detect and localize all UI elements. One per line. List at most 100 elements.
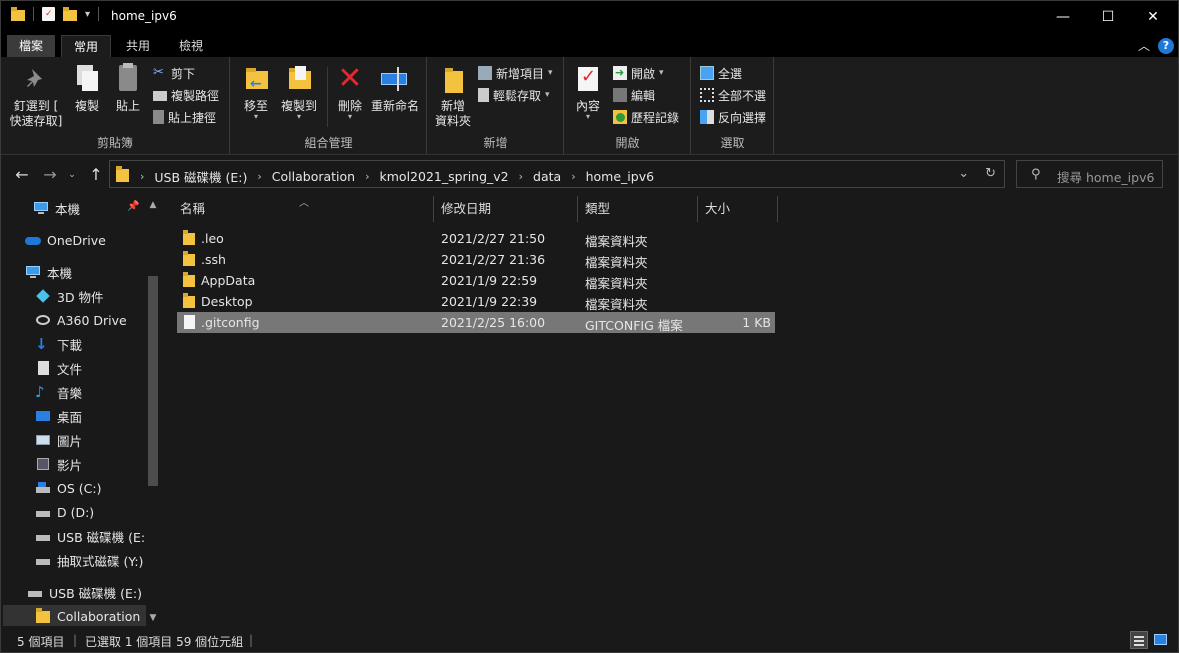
quick-access-toolbar: ✓ ▾ (11, 7, 100, 21)
properties-button[interactable]: ✓ 內容 ▾ (571, 63, 605, 121)
nav-item-removable-y[interactable]: 抽取式磁碟 (Y:) (35, 549, 143, 571)
nav-item-documents[interactable]: 文件 (35, 357, 82, 379)
easy-access-button[interactable]: 輕鬆存取 ▾ (478, 85, 550, 105)
forward-arrow-icon[interactable]: → (39, 164, 61, 186)
open-button[interactable]: ➜ 開啟 ▾ (613, 63, 664, 83)
address-bar[interactable]: › USB 磁碟機 (E:) › Collaboration › kmol202… (109, 160, 1005, 188)
nav-item-label: Collaboration (57, 608, 141, 624)
column-header-date[interactable]: 修改日期 (434, 196, 578, 222)
select-none-button[interactable]: 全部不選 (700, 85, 766, 105)
collapse-ribbon-icon[interactable]: ︿ (1138, 37, 1150, 54)
move-to-button[interactable]: ← 移至 ▾ (239, 63, 273, 121)
nav-item-collaboration[interactable]: Collaboration (3, 605, 146, 626)
file-row[interactable]: .leo 2021/2/27 21:50 檔案資料夾 (177, 228, 775, 249)
invert-selection-button[interactable]: 反向選擇 (700, 107, 766, 127)
nav-item-pictures[interactable]: 圖片 (35, 429, 82, 451)
file-row[interactable]: AppData 2021/1/9 22:59 檔案資料夾 (177, 270, 775, 291)
new-folder-button[interactable]: 新增 資料夾 (432, 63, 474, 129)
open-label: 開啟 (631, 66, 656, 81)
selection-info: 已選取 1 個項目 59 個位元組 (85, 635, 244, 649)
nav-item-onedrive[interactable]: OneDrive (25, 229, 106, 251)
copy-button[interactable]: 複製 (69, 63, 105, 114)
nav-item-os-c[interactable]: OS (C:) (35, 477, 101, 499)
details-view-icon[interactable] (1130, 631, 1148, 649)
close-button[interactable]: ✕ (1130, 1, 1176, 33)
nav-item-music[interactable]: ♪ 音樂 (35, 381, 82, 403)
nav-item-usb-e[interactable]: USB 磁碟機 (E:) (35, 525, 150, 547)
address-dropdown-icon[interactable]: ⌄ (958, 166, 969, 181)
history-button[interactable]: 歷程記錄 (613, 107, 679, 127)
edit-button[interactable]: 編輯 (613, 85, 655, 105)
status-separator: | (249, 633, 254, 647)
help-icon[interactable]: ? (1158, 37, 1174, 54)
organize-group: ← 移至 ▾ 複製到 ▾ ✕ 刪除 ▾ 重新命名 組合管理 (231, 57, 427, 155)
large-icons-view-icon[interactable] (1152, 631, 1170, 649)
column-header-size[interactable]: 大小 (698, 196, 778, 222)
tab-home[interactable]: 常用 (61, 35, 112, 57)
rename-button[interactable]: 重新命名 (369, 63, 421, 114)
breadcrumb-item[interactable]: USB 磁碟機 (E:) (154, 167, 247, 186)
breadcrumb-item[interactable]: data (533, 169, 561, 184)
copy-to-button[interactable]: 複製到 ▾ (277, 63, 321, 121)
paste-button[interactable]: 貼上 (111, 63, 145, 114)
file-row[interactable]: .ssh 2021/2/27 21:36 檔案資料夾 (177, 249, 775, 270)
nav-item-label: 影片 (57, 457, 83, 473)
file-date: 2021/2/27 21:36 (441, 252, 546, 267)
copy-path-button[interactable]: 複製路徑 (153, 85, 219, 105)
nav-item-a360-drive[interactable]: A360 Drive (35, 309, 127, 331)
file-row-selected[interactable]: .gitconfig 2021/2/25 16:00 GITCONFIG 檔案 … (177, 312, 775, 333)
nav-item-this-pc[interactable]: 本機 (33, 197, 80, 219)
customize-qat-icon[interactable]: ▾ (85, 9, 90, 20)
column-header-type[interactable]: 類型 (578, 196, 698, 222)
nav-pane-scrollbar[interactable]: ▲ ▼ (146, 196, 159, 626)
cut-button[interactable]: ✂ 剪下 (153, 63, 195, 83)
title-bar: ✓ ▾ home_ipv6 — ☐ ✕ (1, 1, 1178, 33)
paste-shortcut-button[interactable]: 貼上捷徑 (153, 107, 216, 127)
maximize-button[interactable]: ☐ (1085, 1, 1131, 33)
tab-view[interactable]: 檢視 (167, 35, 215, 57)
file-date: 2021/1/9 22:59 (441, 273, 538, 288)
paste-label: 貼上 (115, 99, 140, 113)
minimize-button[interactable]: — (1040, 1, 1086, 33)
breadcrumb-item[interactable]: Collaboration (272, 169, 355, 184)
nav-item-d-drive[interactable]: D (D:) (35, 501, 94, 523)
a360-drive-icon (35, 312, 51, 328)
up-arrow-icon[interactable]: ↑ (85, 164, 107, 186)
separator (98, 7, 100, 21)
open-group-label: 開啟 (615, 136, 640, 150)
nav-item-label: 下載 (57, 337, 83, 353)
scroll-up-icon[interactable]: ▲ (148, 200, 158, 210)
navigation-pane: 本機 📌 OneDrive 本機 3D 物件 A360 Drive ↓ 下載 文… (3, 196, 159, 626)
new-item-button[interactable]: 新增項目 ▾ (478, 63, 553, 83)
pc-icon (33, 200, 49, 216)
pin-quick-access-button[interactable]: 釘選到 [ 快速存取] (9, 63, 63, 129)
nav-item-label: USB 磁碟機 (E:) (57, 529, 150, 545)
delete-button[interactable]: ✕ 刪除 ▾ (333, 63, 367, 121)
scroll-down-icon[interactable]: ▼ (148, 613, 158, 623)
nav-item-videos[interactable]: 影片 (35, 453, 82, 475)
pin-icon[interactable]: 📌 (127, 201, 139, 212)
nav-item-downloads[interactable]: ↓ 下載 (35, 333, 82, 355)
back-arrow-icon[interactable]: ← (11, 164, 33, 186)
refresh-icon[interactable]: ↻ (985, 166, 996, 181)
breadcrumb-item-current[interactable]: home_ipv6 (586, 169, 654, 184)
nav-item-this-pc-tree[interactable]: 本機 (25, 261, 72, 283)
breadcrumb-item[interactable]: kmol2021_spring_v2 (380, 169, 509, 184)
tab-file[interactable]: 檔案 (7, 35, 56, 57)
search-box[interactable]: ⚲ 搜尋 home_ipv6 (1016, 160, 1163, 188)
music-icon: ♪ (35, 383, 45, 401)
scrollbar-thumb[interactable] (148, 276, 158, 486)
properties-icon[interactable]: ✓ (42, 7, 55, 21)
recent-locations-chevron-icon[interactable]: ⌄ (61, 164, 83, 186)
tab-share[interactable]: 共用 (114, 35, 162, 57)
nav-item-3d-objects[interactable]: 3D 物件 (35, 285, 104, 307)
file-name: AppData (201, 273, 256, 288)
nav-item-desktop[interactable]: 桌面 (35, 405, 82, 427)
copy-label: 複製 (74, 99, 99, 113)
file-row[interactable]: Desktop 2021/1/9 22:39 檔案資料夾 (177, 291, 775, 312)
file-explorer-window: ✓ ▾ home_ipv6 — ☐ ✕ 檔案 常用 共用 檢視 ︿ ? 釘選到 … (0, 0, 1179, 653)
select-all-button[interactable]: 全選 (700, 63, 742, 83)
column-header-name[interactable]: 名稱 (173, 196, 434, 222)
nav-item-usb-e-root[interactable]: USB 磁碟機 (E:) (27, 581, 142, 603)
new-folder-icon[interactable] (63, 7, 77, 21)
